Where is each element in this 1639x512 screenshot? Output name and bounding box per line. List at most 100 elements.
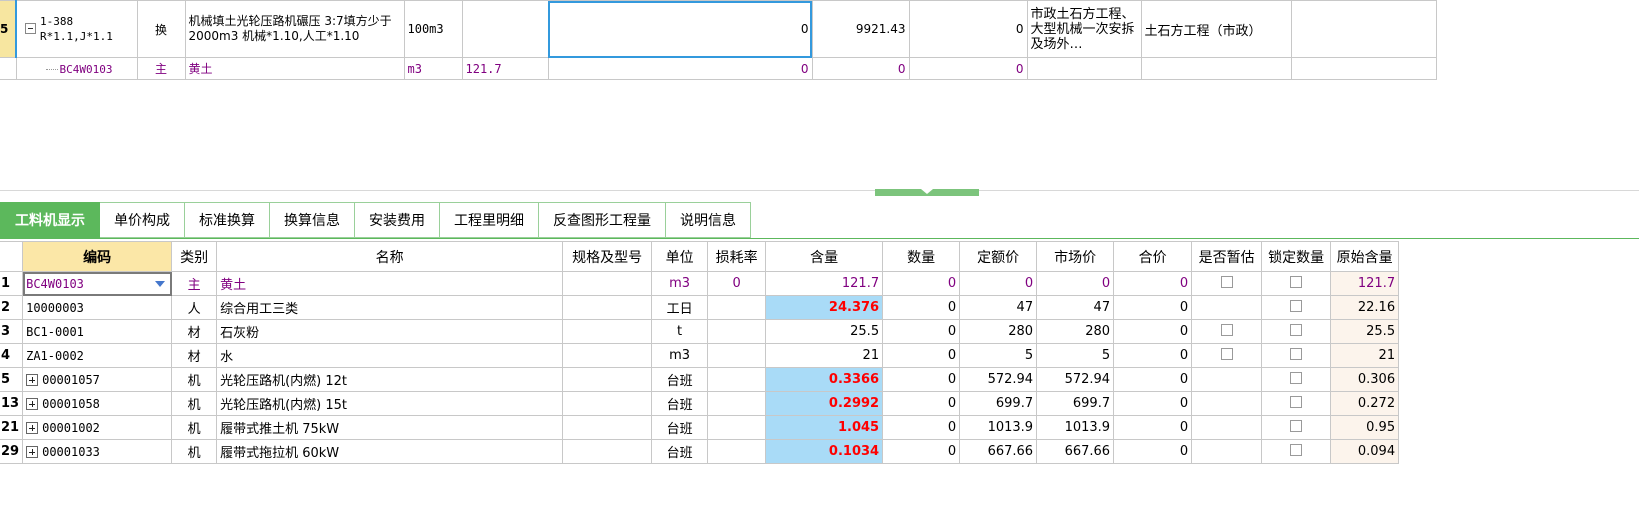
material-spec[interactable] <box>562 367 653 392</box>
material-name[interactable]: 履带式推土机 75kW <box>216 415 564 440</box>
quota-value-input[interactable]: 0 <box>547 0 813 58</box>
row-number[interactable]: 2 <box>0 295 24 320</box>
estimated-checkbox-cell[interactable] <box>1191 439 1263 464</box>
locked-checkbox[interactable] <box>1290 419 1303 432</box>
collapse-icon[interactable] <box>25 23 36 34</box>
row-number[interactable]: 1 <box>0 271 24 296</box>
material-loss[interactable] <box>707 439 767 464</box>
material-spec[interactable] <box>562 415 653 440</box>
panel-splitter[interactable] <box>0 190 1639 191</box>
material-market-price[interactable]: 699.7 <box>1036 391 1115 416</box>
tab-reverse-lookup[interactable]: 反查图形工程量 <box>539 202 666 238</box>
tab-install-cost[interactable]: 安装费用 <box>355 202 440 238</box>
material-spec[interactable] <box>562 439 653 464</box>
quota-qty[interactable] <box>461 0 549 58</box>
row-number[interactable]: 5 <box>0 0 17 58</box>
material-code-cell[interactable]: ZA1-0002 <box>22 343 173 368</box>
quota-item-row[interactable]: 5 1-388 R*1.1,J*1.1 换 机械填土光轮压路机碾压 3:7填方少… <box>0 0 1437 58</box>
table-row[interactable]: 1 BC4W0103 主 黄土 m3 0 121.7 0 0 0 0 121.7 <box>0 271 1400 296</box>
material-code-cell[interactable]: 00001033 <box>22 439 173 464</box>
material-market-price[interactable]: 5 <box>1036 343 1115 368</box>
material-spec[interactable] <box>562 319 653 344</box>
table-row[interactable]: 4 ZA1-0002 材 水 m3 21 0 5 5 0 21 <box>0 343 1400 368</box>
dropdown-arrow-icon[interactable] <box>155 281 166 287</box>
col-header-unit[interactable]: 单位 <box>651 241 709 272</box>
expand-icon[interactable] <box>26 398 39 410</box>
locked-checkbox[interactable] <box>1290 275 1303 288</box>
material-code-cell[interactable]: BC4W0103 <box>15 57 138 80</box>
estimated-checkbox[interactable] <box>1220 323 1233 336</box>
col-header-type[interactable]: 类别 <box>171 241 218 272</box>
quota-code-cell[interactable]: 1-388 R*1.1,J*1.1 <box>15 0 138 58</box>
row-number[interactable]: 5 <box>0 367 24 392</box>
estimated-checkbox[interactable] <box>1220 275 1233 288</box>
material-code-cell[interactable]: BC4W0103 <box>22 271 173 296</box>
table-row[interactable]: 13 00001058 机 光轮压路机(内燃) 15t 台班 0.2992 0 699.7 69… <box>0 391 1400 416</box>
material-content[interactable]: 121.7 <box>765 271 884 296</box>
material-name[interactable]: 黄土 <box>184 57 405 80</box>
material-market-price[interactable]: 47 <box>1036 295 1115 320</box>
row-number[interactable]: 29 <box>0 439 24 464</box>
material-content[interactable]: 24.376 <box>765 295 884 320</box>
material-code-cell[interactable]: 00001002 <box>22 415 173 440</box>
col-header-spec[interactable]: 规格及型号 <box>562 241 653 272</box>
locked-checkbox-cell[interactable] <box>1261 391 1332 416</box>
expand-icon[interactable] <box>26 374 39 386</box>
quota-name[interactable]: 机械填土光轮压路机碾压 3:7填方少于2000m3 机械*1.10,人工*1.1… <box>184 0 405 58</box>
material-content[interactable]: 1.045 <box>765 415 884 440</box>
material-code-cell[interactable]: 10000003 <box>22 295 173 320</box>
material-loss[interactable] <box>707 367 767 392</box>
material-loss[interactable] <box>707 343 767 368</box>
estimated-checkbox-cell[interactable] <box>1191 391 1263 416</box>
locked-checkbox[interactable] <box>1290 443 1303 456</box>
material-name[interactable]: 黄土 <box>216 271 564 296</box>
material-code-cell[interactable]: 00001058 <box>22 391 173 416</box>
material-name[interactable]: 水 <box>216 343 564 368</box>
material-loss[interactable] <box>707 319 767 344</box>
table-row[interactable]: 21 00001002 机 履带式推土机 75kW 台班 1.045 0 1013.9 1013… <box>0 415 1400 440</box>
row-number[interactable]: 13 <box>0 391 24 416</box>
locked-checkbox[interactable] <box>1290 323 1303 336</box>
col-header-original-content[interactable]: 原始含量 <box>1330 241 1400 272</box>
material-loss[interactable] <box>707 391 767 416</box>
material-content[interactable]: 0.2992 <box>765 391 884 416</box>
locked-checkbox-cell[interactable] <box>1261 367 1332 392</box>
table-row[interactable]: 3 BC1-0001 材 石灰粉 t 25.5 0 280 280 0 25.5 <box>0 319 1400 344</box>
locked-checkbox[interactable] <box>1290 299 1303 312</box>
tab-description[interactable]: 说明信息 <box>666 202 751 238</box>
row-number[interactable]: 4 <box>0 343 24 368</box>
material-name[interactable]: 光轮压路机(内燃) 15t <box>216 391 564 416</box>
tab-quantity-detail[interactable]: 工程里明细 <box>440 202 539 238</box>
quota-material-row[interactable]: BC4W0103 主 黄土 m3 121.7 0 0 0 <box>0 57 1437 80</box>
material-name[interactable]: 综合用工三类 <box>216 295 564 320</box>
col-header-loss[interactable]: 损耗率 <box>707 241 767 272</box>
expand-icon[interactable] <box>26 422 39 434</box>
table-row[interactable]: 29 00001033 机 履带式拖拉机 60kW 台班 0.1034 0 667.66 667… <box>0 439 1400 464</box>
material-value[interactable]: 0 <box>547 57 813 80</box>
col-header-base-price[interactable]: 定额价 <box>959 241 1038 272</box>
estimated-checkbox-cell[interactable] <box>1191 295 1263 320</box>
material-spec[interactable] <box>562 343 653 368</box>
material-market-price[interactable]: 0 <box>1036 271 1115 296</box>
locked-checkbox-cell[interactable] <box>1261 343 1332 368</box>
material-content[interactable]: 0.1034 <box>765 439 884 464</box>
estimated-checkbox-cell[interactable] <box>1191 343 1263 368</box>
material-name[interactable]: 石灰粉 <box>216 319 564 344</box>
col-header-name[interactable]: 名称 <box>216 241 564 272</box>
locked-checkbox-cell[interactable] <box>1261 439 1332 464</box>
locked-checkbox[interactable] <box>1290 347 1303 360</box>
tab-unit-price[interactable]: 单价构成 <box>100 202 185 238</box>
material-market-price[interactable]: 667.66 <box>1036 439 1115 464</box>
locked-checkbox-cell[interactable] <box>1261 271 1332 296</box>
tab-material-display[interactable]: 工料机显示 <box>0 202 100 238</box>
col-header-code[interactable]: 编码 <box>22 241 173 272</box>
material-code-cell[interactable]: BC1-0001 <box>22 319 173 344</box>
tab-standard-conversion[interactable]: 标准换算 <box>185 202 270 238</box>
splitter-handle[interactable] <box>875 189 979 196</box>
material-loss[interactable] <box>707 295 767 320</box>
col-header-total[interactable]: 合价 <box>1113 241 1193 272</box>
table-row[interactable]: 5 00001057 机 光轮压路机(内燃) 12t 台班 0.3366 0 572.94 57… <box>0 367 1400 392</box>
locked-checkbox-cell[interactable] <box>1261 295 1332 320</box>
estimated-checkbox-cell[interactable] <box>1191 415 1263 440</box>
material-qty[interactable]: 121.7 <box>461 57 549 80</box>
